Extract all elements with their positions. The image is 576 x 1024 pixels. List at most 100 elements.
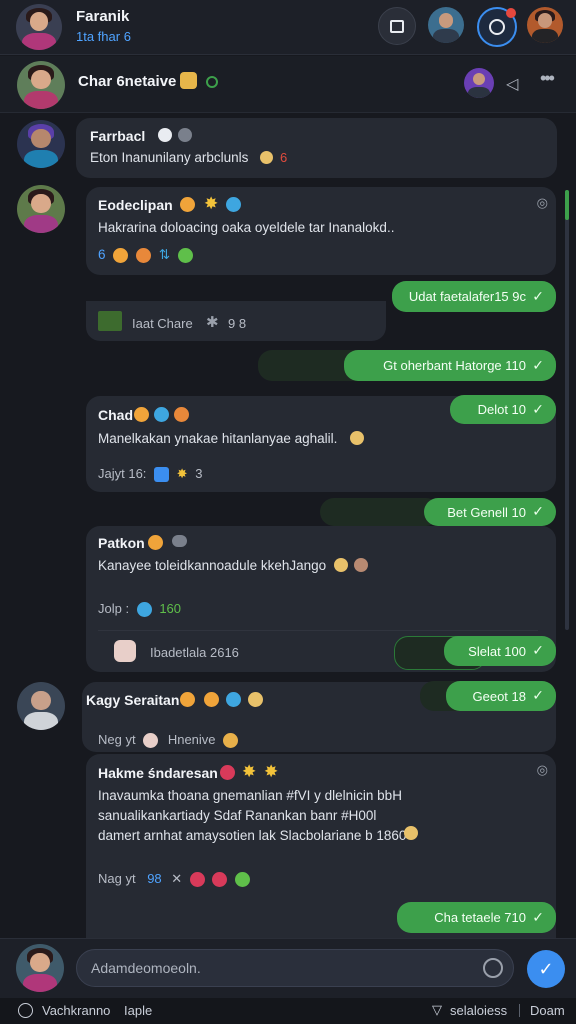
chat-header: Char 6netaive ◁ ••• xyxy=(0,56,576,113)
emoji-icon xyxy=(143,733,159,749)
emoji-picker-icon[interactable] xyxy=(483,958,503,978)
emoji-icon xyxy=(136,602,152,618)
message-text: Eton Inanunilany arbclunls xyxy=(90,150,249,165)
emoji-icon xyxy=(220,765,235,780)
message-bubble[interactable]: Eodeclipan ✸ ◎ Hakrarina doloacing oaka … xyxy=(86,187,556,275)
pin-icon xyxy=(178,128,192,142)
footer-left[interactable]: Vachkranno xyxy=(42,1003,110,1018)
chat-icon xyxy=(172,535,187,547)
app-title: Faranik xyxy=(76,8,130,25)
mute-icon[interactable]: ◁ xyxy=(506,74,518,94)
attachment-card[interactable]: Iaat Chare ✱ 9 8 xyxy=(86,301,386,341)
emoji-icon xyxy=(226,692,241,707)
globe-icon xyxy=(226,197,241,212)
message-line: Inavaumka thoana gnemanlian #fVI y dleln… xyxy=(98,788,402,803)
emoji-icon xyxy=(177,247,193,263)
footer-mid[interactable]: Iaple xyxy=(124,1003,152,1018)
composer-avatar[interactable] xyxy=(16,944,64,992)
sender-name: Hakme śndaresan xyxy=(98,765,218,781)
emoji-icon xyxy=(180,72,197,89)
reaction-label: Jolp : xyxy=(98,601,130,616)
reaction-count: 3 xyxy=(195,466,203,481)
star-icon: ✸ xyxy=(204,194,219,213)
scrollbar-thumb[interactable] xyxy=(565,190,569,220)
reaction-row: 6 ⇅ xyxy=(98,247,193,263)
emoji-icon xyxy=(180,197,195,212)
reaction-row: Jolp : 160 xyxy=(98,601,181,618)
read-check-icon: ✓ xyxy=(532,908,544,925)
contact-avatar-1[interactable] xyxy=(428,7,464,43)
image-thumbnail xyxy=(98,311,122,331)
message-input[interactable]: Adamdeomoeoln. xyxy=(76,949,514,987)
compose-button[interactable] xyxy=(477,7,517,47)
contact-avatar-2[interactable] xyxy=(527,7,563,43)
footer-divider xyxy=(519,1004,520,1017)
reaction-label: 6 xyxy=(98,247,106,262)
outgoing-text: Geeot 18 xyxy=(472,688,527,704)
outgoing-shadow xyxy=(320,498,440,526)
menu-icon[interactable]: ◎ xyxy=(537,195,548,211)
emoji-icon xyxy=(248,692,263,707)
message-text: Hakrarina doloacing oaka oyeldele tar In… xyxy=(98,220,395,235)
emoji-icon xyxy=(113,247,129,263)
message-text: Kanayee toleidkannoadule kkehJango xyxy=(98,558,327,573)
status-footer: Vachkranno Iaple ▽ selaloiess Doam xyxy=(0,998,576,1024)
outgoing-text: Bet Genell 10 xyxy=(447,504,526,520)
star-icon: ✸ xyxy=(176,466,188,481)
attachment-count: 9 8 xyxy=(228,316,247,331)
close-icon: ✕ xyxy=(171,871,183,886)
member-avatar[interactable] xyxy=(464,68,494,98)
emoji-icon xyxy=(136,247,152,263)
emoji-icon xyxy=(334,558,348,572)
scrollbar[interactable] xyxy=(565,190,569,630)
footer-right2[interactable]: Doam xyxy=(530,1003,565,1018)
read-check-icon: ✓ xyxy=(532,356,544,373)
outgoing-message[interactable]: Bet Genell 10 ✓ xyxy=(424,498,556,526)
top-bar: Faranik 1ta fhar 6 xyxy=(0,0,576,55)
sender-avatar[interactable] xyxy=(17,185,65,233)
sender-name: Eodeclipan xyxy=(98,197,173,213)
menu-icon[interactable]: ◎ xyxy=(537,762,548,778)
emoji-icon xyxy=(354,558,368,572)
message-text: Manelkakan ynakae hitanlanyae aghalil. xyxy=(98,431,338,446)
outgoing-message[interactable]: Geeot 18 ✓ xyxy=(446,681,556,711)
emoji-icon xyxy=(174,407,189,422)
reaction-label: Jajyt 16: xyxy=(98,466,147,481)
chat-avatar[interactable] xyxy=(17,61,65,109)
input-placeholder: Adamdeomoeoln. xyxy=(91,960,201,976)
emoji-icon xyxy=(148,535,163,550)
info-icon xyxy=(18,1003,33,1018)
more-icon[interactable]: ••• xyxy=(540,68,555,89)
send-button[interactable]: ✓ xyxy=(527,950,565,988)
emoji-icon xyxy=(154,467,170,483)
footer-right[interactable]: selaloiess xyxy=(450,1003,507,1018)
reaction-label: Nag yt xyxy=(98,871,136,886)
outgoing-text: Slelat 100 xyxy=(468,643,526,659)
emoji-icon xyxy=(235,872,251,888)
window-button[interactable] xyxy=(378,7,416,45)
sender-name: Kagy Seraitan xyxy=(86,692,180,708)
message-bubble[interactable]: Farrbacl Eton Inanunilany arbclunls 6 xyxy=(76,118,557,178)
outgoing-message[interactable]: Slelat 100 ✓ xyxy=(444,636,556,666)
send-icon: ✓ xyxy=(538,958,554,979)
user-avatar[interactable] xyxy=(16,4,62,50)
outgoing-message[interactable]: Cha tetaele 710 ✓ xyxy=(397,902,556,933)
sender-avatar[interactable] xyxy=(17,682,65,730)
emoji-icon xyxy=(134,407,149,422)
outgoing-message[interactable]: Gt oherbant Hatorge 110 ✓ xyxy=(344,350,556,381)
read-check-icon: ✓ xyxy=(532,503,544,520)
star-icon: ✸ xyxy=(264,762,279,781)
outgoing-message[interactable]: Delot 10 ✓ xyxy=(450,395,556,424)
outgoing-message[interactable]: Udat faetalafer15 9c ✓ xyxy=(392,281,556,312)
reaction-row: Neg yt Hnenive xyxy=(98,732,239,749)
message-line: damert arnhat amaysotien lak Slacbolaria… xyxy=(98,828,407,843)
emoji-icon xyxy=(212,872,228,888)
emoji-icon xyxy=(189,872,205,888)
sender-avatar[interactable] xyxy=(17,120,65,168)
sender-name: Farrbacl xyxy=(90,128,146,144)
app-subtitle: 1ta fhar 6 xyxy=(76,29,131,44)
outgoing-text: Delot 10 xyxy=(477,402,526,417)
online-status-icon xyxy=(206,76,218,88)
emoji-icon xyxy=(350,431,364,445)
outgoing-text: Gt oherbant Hatorge 110 xyxy=(383,358,526,373)
